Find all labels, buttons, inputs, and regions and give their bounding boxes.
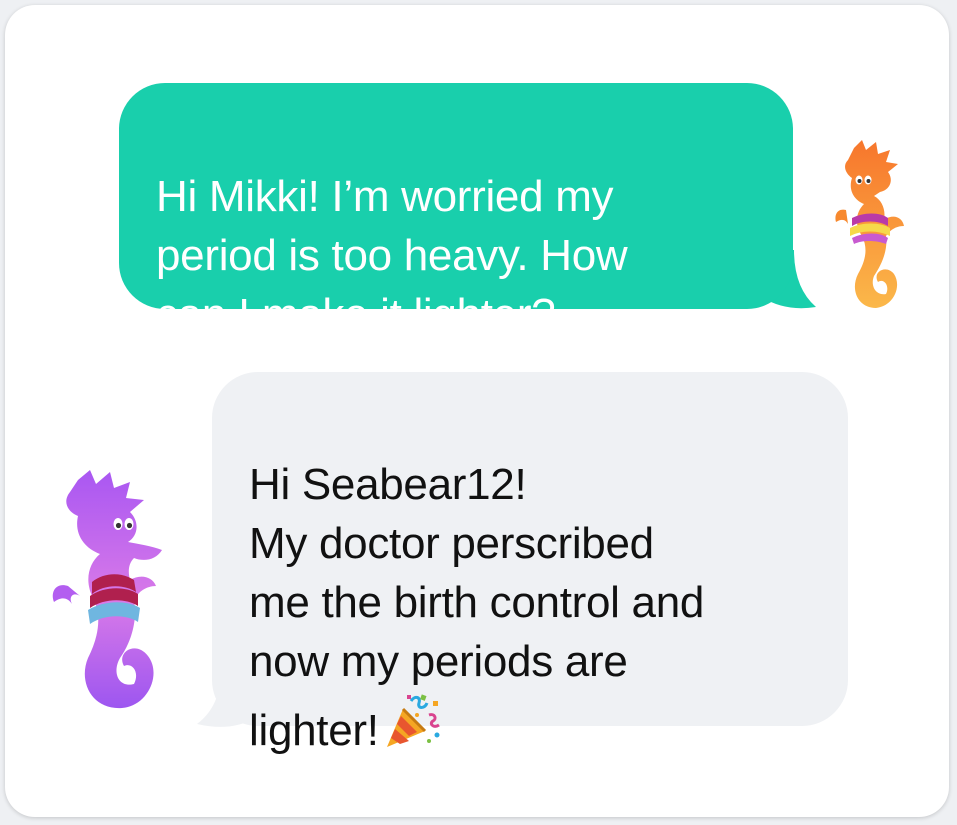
incoming-message-text: Hi Seabear12! My doctor perscribed me th… [249, 460, 705, 755]
outgoing-message-bubble: Hi Mikki! I’m worried my period is too h… [119, 83, 793, 339]
orange-seahorse-icon [835, 140, 904, 308]
incoming-message-bubble: Hi Seabear12! My doctor perscribed me th… [212, 372, 848, 755]
party-popper-icon [386, 694, 440, 747]
purple-seahorse-icon [52, 470, 162, 709]
